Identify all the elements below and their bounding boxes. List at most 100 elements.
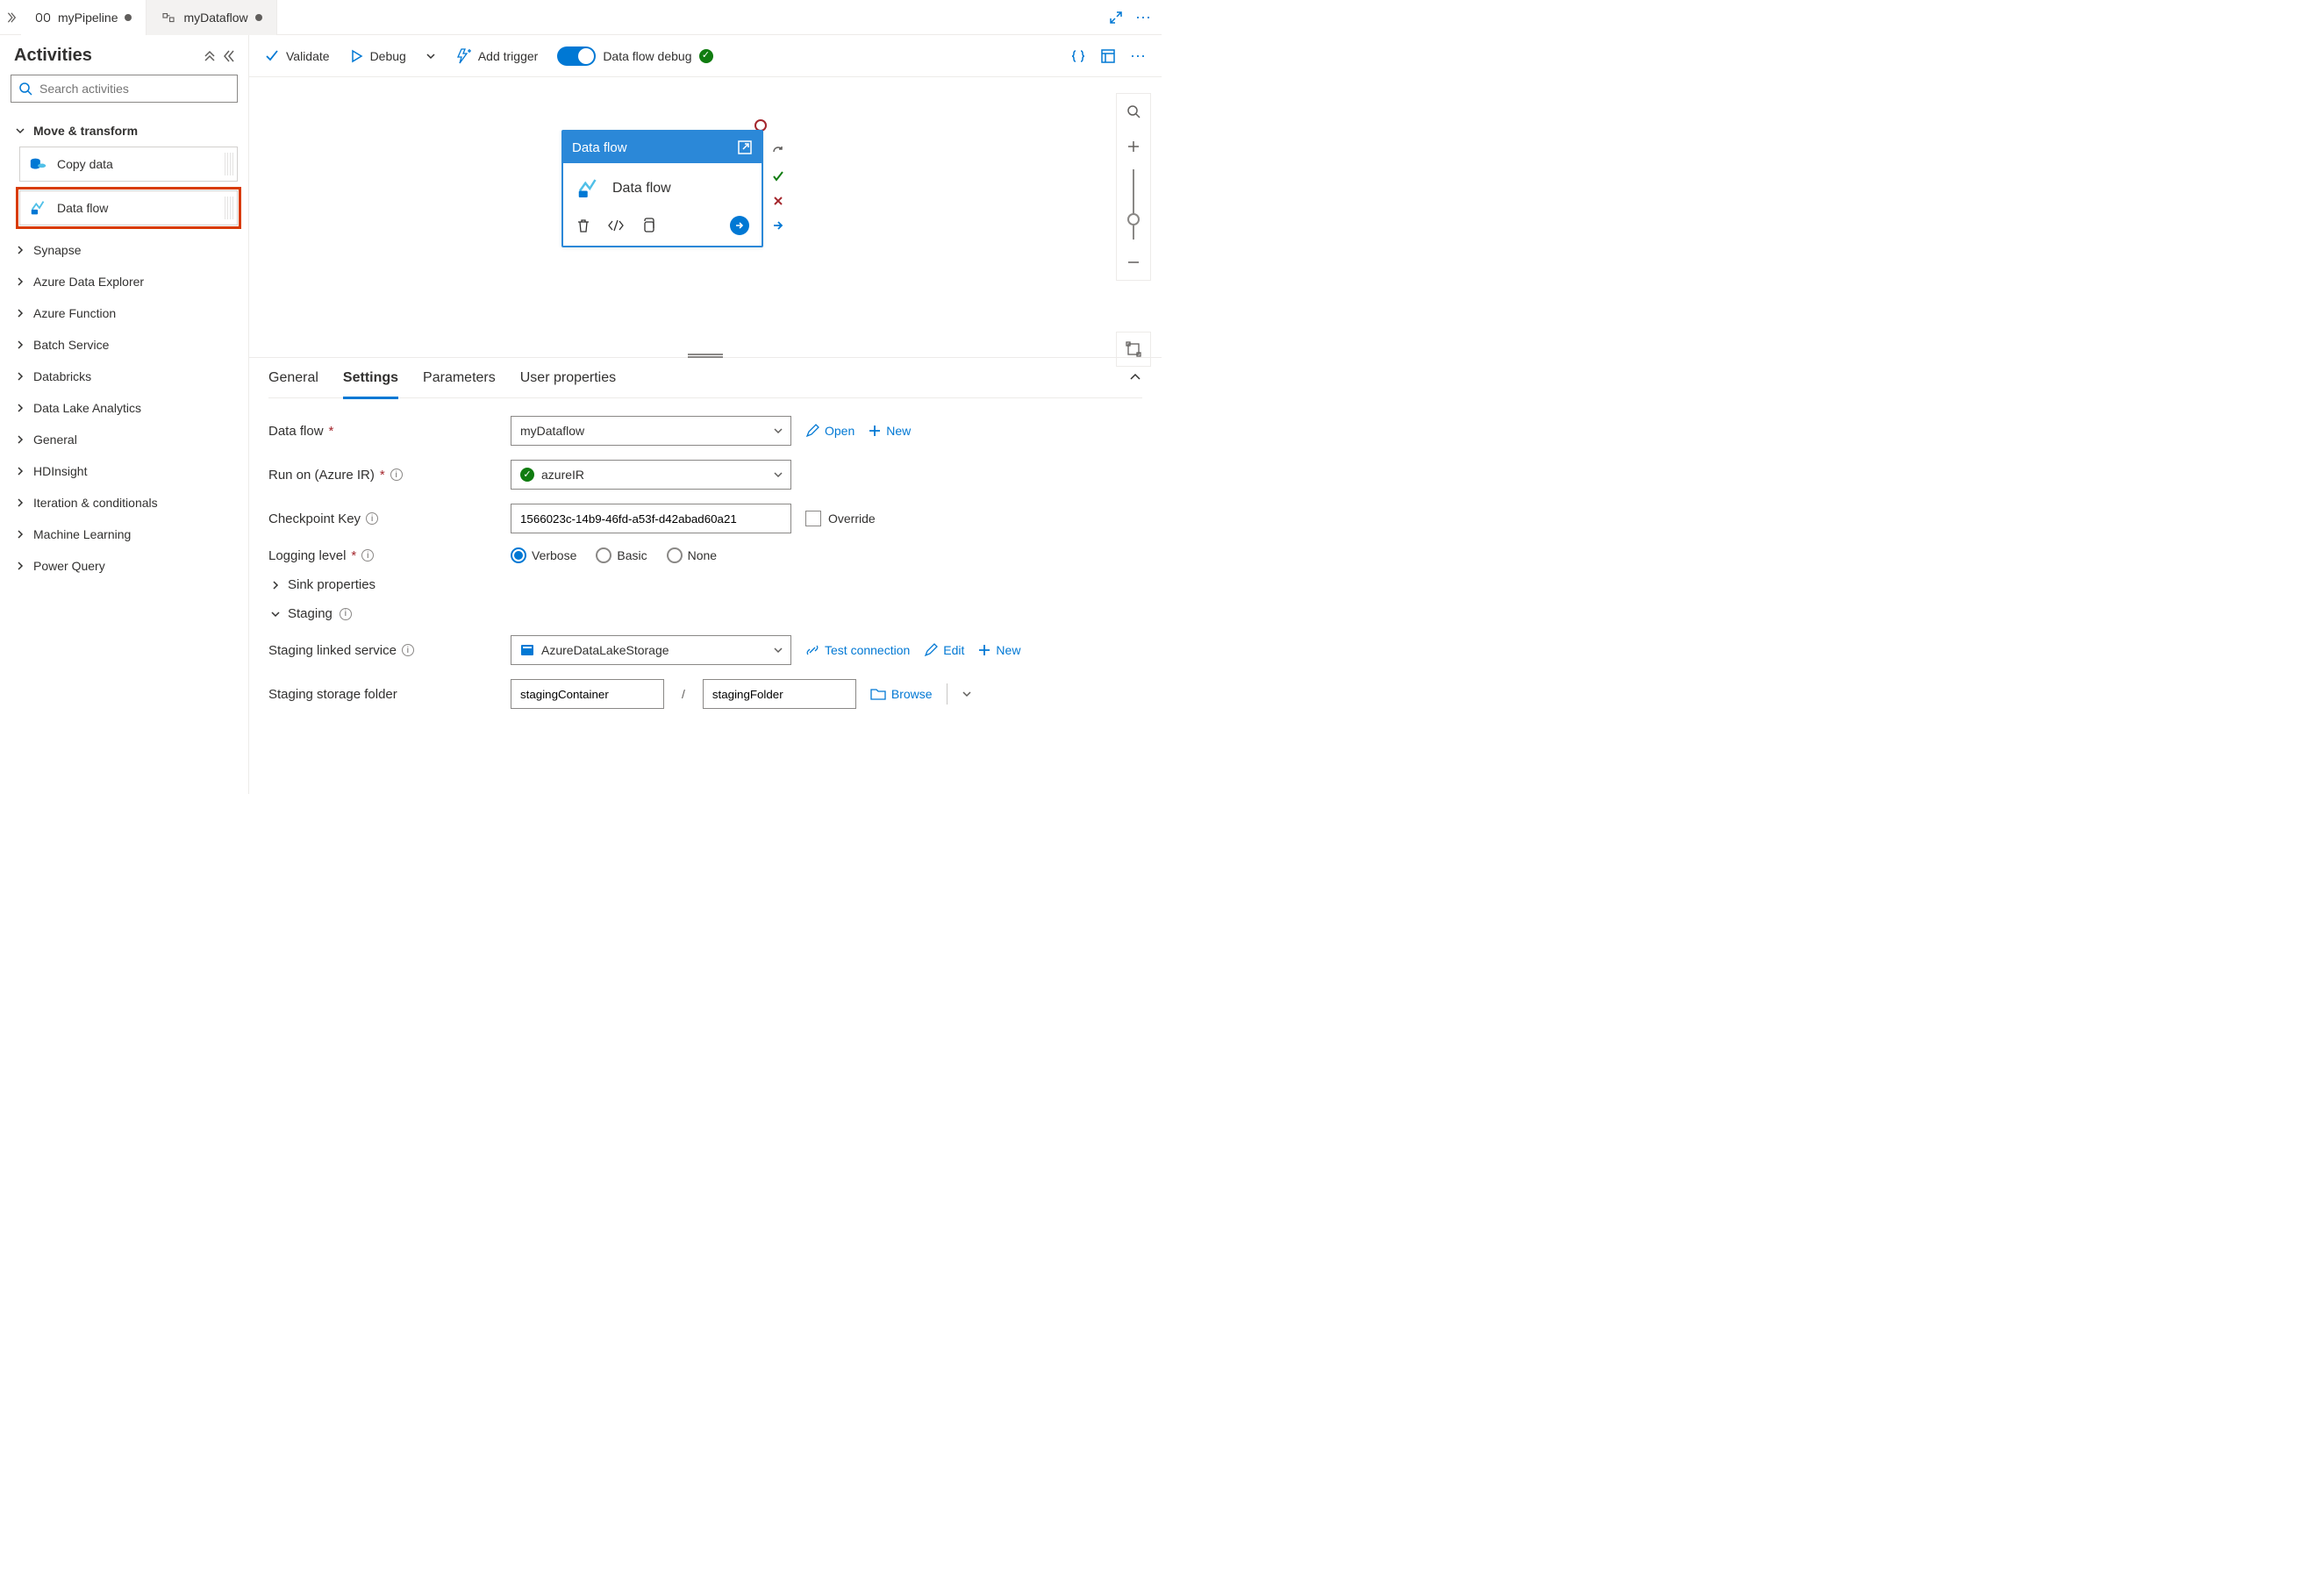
dataflow-icon: [161, 10, 176, 25]
activity-copy-data[interactable]: Copy data: [19, 147, 238, 182]
runon-select[interactable]: azureIR: [511, 460, 791, 490]
debug-button[interactable]: Debug: [349, 49, 406, 63]
chevron-right-icon: [14, 561, 26, 571]
code-braces-icon[interactable]: [1070, 48, 1086, 64]
panel-resize-handle[interactable]: [688, 354, 723, 358]
staging-linked-value: AzureDataLakeStorage: [541, 643, 669, 657]
group-item[interactable]: Iteration & conditionals: [11, 487, 238, 519]
chevron-down-icon: [773, 426, 783, 436]
validate-button[interactable]: Validate: [265, 49, 330, 63]
group-move-transform[interactable]: Move & transform: [11, 115, 238, 147]
code-icon[interactable]: [607, 218, 625, 233]
chevron-right-icon: [14, 497, 26, 508]
logging-radio-verbose[interactable]: Verbose: [511, 547, 576, 563]
data-flow-debug-toggle[interactable]: Data flow debug: [557, 46, 712, 66]
runon-label: Run on (Azure IR): [268, 468, 375, 483]
group-item[interactable]: Azure Data Explorer: [11, 266, 238, 297]
tab-dataflow[interactable]: myDataflow: [147, 0, 276, 35]
group-item[interactable]: Data Lake Analytics: [11, 392, 238, 424]
group-label: Iteration & conditionals: [33, 496, 158, 510]
dataflow-activity-node[interactable]: Data flow Data flow: [561, 130, 763, 247]
pipeline-canvas[interactable]: Data flow Data flow: [249, 77, 1162, 358]
browse-button[interactable]: Browse: [870, 687, 933, 701]
search-activities[interactable]: [11, 75, 238, 103]
node-title: Data flow: [612, 181, 671, 197]
checkpoint-input[interactable]: [511, 504, 791, 533]
required-indicator: *: [380, 468, 385, 483]
debug-dropdown[interactable]: [425, 51, 436, 61]
group-label: Power Query: [33, 559, 105, 573]
zoom-out-button[interactable]: [1116, 245, 1151, 280]
dataflow-label: Data flow: [268, 424, 324, 439]
more-actions-icon[interactable]: ···: [1135, 8, 1151, 26]
group-item[interactable]: Databricks: [11, 361, 238, 392]
expand-panel-icon[interactable]: [0, 0, 21, 35]
info-icon[interactable]: i: [390, 469, 403, 481]
collapse-panel-caret-icon[interactable]: [1128, 370, 1142, 384]
pencil-icon: [924, 643, 938, 657]
tab-label: myDataflow: [183, 11, 247, 25]
staging-linked-select[interactable]: AzureDataLakeStorage: [511, 635, 791, 665]
search-input[interactable]: [39, 82, 230, 96]
new-button[interactable]: New: [869, 424, 911, 438]
dataflow-select[interactable]: myDataflow: [511, 416, 791, 446]
copy-data-icon: [29, 154, 48, 174]
chevron-right-icon: [14, 276, 26, 287]
sink-properties-section[interactable]: Sink properties: [268, 577, 1142, 592]
connection-icon: [805, 643, 819, 657]
tab-general[interactable]: General: [268, 367, 318, 397]
group-item[interactable]: HDInsight: [11, 455, 238, 487]
tab-parameters[interactable]: Parameters: [423, 367, 496, 397]
group-item[interactable]: Machine Learning: [11, 519, 238, 550]
zoom-slider-track[interactable]: [1133, 169, 1134, 240]
tab-pipeline[interactable]: myPipeline: [21, 0, 147, 35]
info-icon[interactable]: i: [340, 608, 352, 620]
override-checkbox[interactable]: [805, 511, 821, 526]
info-icon[interactable]: i: [361, 549, 374, 562]
browse-dropdown-icon[interactable]: [962, 689, 972, 699]
properties-icon[interactable]: [1100, 48, 1116, 64]
chevron-right-icon: [14, 245, 26, 255]
chevron-down-icon: [425, 51, 436, 61]
open-external-icon[interactable]: [737, 139, 753, 155]
checkpoint-label: Checkpoint Key: [268, 511, 361, 526]
clone-icon[interactable]: [640, 218, 656, 233]
staging-folder-input[interactable]: [703, 679, 856, 709]
test-connection-button[interactable]: Test connection: [805, 643, 910, 657]
group-item[interactable]: Synapse: [11, 234, 238, 266]
delete-icon[interactable]: [576, 218, 591, 233]
zoom-slider-thumb[interactable]: [1127, 213, 1140, 225]
add-trigger-button[interactable]: Add trigger: [455, 48, 538, 64]
staging-container-input[interactable]: [511, 679, 664, 709]
zoom-fit-button[interactable]: [1116, 332, 1151, 367]
next-arrow-icon[interactable]: [730, 216, 749, 235]
search-zoom-icon[interactable]: [1116, 94, 1151, 129]
collapse-panel-icon[interactable]: [224, 49, 238, 63]
toolbar-more-icon[interactable]: ···: [1130, 46, 1146, 65]
storage-icon: [520, 644, 534, 656]
group-label: Batch Service: [33, 338, 109, 352]
group-item[interactable]: Azure Function: [11, 297, 238, 329]
group-item[interactable]: Batch Service: [11, 329, 238, 361]
group-item[interactable]: Power Query: [11, 550, 238, 582]
tab-dirty-dot: [125, 14, 132, 21]
collapse-all-icon[interactable]: [203, 49, 217, 63]
activity-data-flow[interactable]: Data flow: [19, 190, 238, 225]
open-button[interactable]: Open: [805, 424, 855, 438]
tab-user-properties[interactable]: User properties: [520, 367, 616, 397]
plus-icon: [869, 425, 881, 437]
logging-radio-basic[interactable]: Basic: [596, 547, 647, 563]
info-icon[interactable]: i: [366, 512, 378, 525]
expand-icon[interactable]: [1109, 11, 1123, 25]
info-icon[interactable]: i: [402, 644, 414, 656]
group-item[interactable]: General: [11, 424, 238, 455]
staging-section[interactable]: Staging i: [268, 606, 1142, 621]
plus-icon: [978, 644, 990, 656]
new-linked-button[interactable]: New: [978, 643, 1020, 657]
tab-settings[interactable]: Settings: [343, 367, 398, 399]
zoom-in-button[interactable]: [1116, 129, 1151, 164]
drag-grip-icon: [225, 153, 233, 175]
edit-button[interactable]: Edit: [924, 643, 964, 657]
redo-icon[interactable]: [770, 144, 786, 160]
logging-radio-none[interactable]: None: [667, 547, 717, 563]
